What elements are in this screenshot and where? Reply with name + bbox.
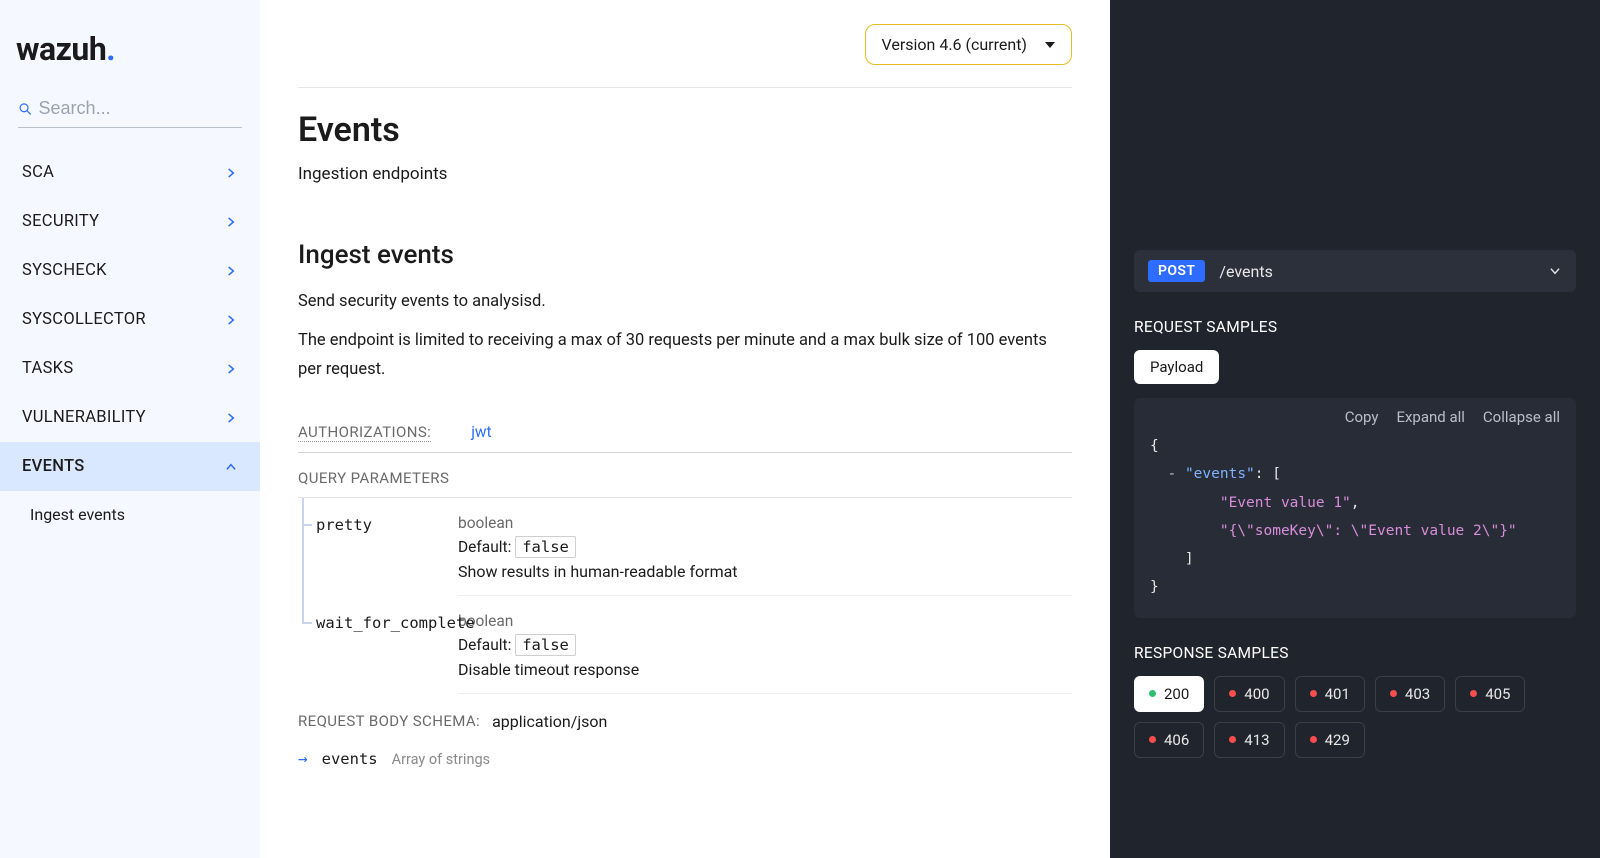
chevron-down-icon — [1548, 264, 1562, 278]
param-detail: boolean Default: false Show results in h… — [458, 498, 1072, 596]
response-code-406[interactable]: 406 — [1134, 722, 1204, 758]
chevron-right-icon — [224, 264, 238, 278]
chevron-right-icon — [224, 215, 238, 229]
response-code-label: 401 — [1325, 685, 1350, 703]
query-parameters-header: QUERY PARAMETERS — [298, 453, 1072, 498]
main-content: Version 4.6 (current) Events Ingestion e… — [260, 0, 1110, 858]
status-dot-icon — [1149, 690, 1156, 697]
nav-label: SCA — [22, 163, 54, 182]
collapse-all-button[interactable]: Collapse all — [1483, 408, 1560, 426]
status-dot-icon — [1390, 690, 1397, 697]
section-desc-2: The endpoint is limited to receiving a m… — [298, 327, 1072, 385]
nav: SCA SECURITY SYSCHECK SYSCOLLECTOR TASKS… — [0, 136, 260, 538]
param-name: pretty — [298, 498, 458, 596]
response-code-label: 405 — [1485, 685, 1510, 703]
param-description: Show results in human-readable format — [458, 562, 1072, 581]
param-detail: boolean Default: false Disable timeout r… — [458, 596, 1072, 694]
response-code-413[interactable]: 413 — [1214, 722, 1284, 758]
response-code-label: 403 — [1405, 685, 1430, 703]
param-table: pretty boolean Default: false Show resul… — [298, 498, 1072, 694]
nav-label: SECURITY — [22, 212, 99, 231]
request-body-row: REQUEST BODY SCHEMA: application/json — [298, 694, 1072, 735]
param-default-value: false — [515, 634, 576, 656]
nav-sub-ingest-events[interactable]: Ingest events — [0, 491, 260, 538]
nav-item-syscollector[interactable]: SYSCOLLECTOR — [0, 295, 260, 344]
status-dot-icon — [1149, 736, 1156, 743]
samples-panel: POST /events REQUEST SAMPLES Payload Cop… — [1110, 0, 1600, 858]
endpoint-row[interactable]: POST /events — [1134, 250, 1576, 292]
response-code-400[interactable]: 400 — [1214, 676, 1284, 712]
caret-down-icon — [1045, 40, 1055, 50]
status-dot-icon — [1310, 736, 1317, 743]
section-desc-1: Send security events to analysisd. — [298, 288, 1072, 317]
search-icon — [18, 101, 33, 117]
nav-item-tasks[interactable]: TASKS — [0, 344, 260, 393]
response-codes: 200 400 401 403 405 406 413 429 — [1134, 676, 1576, 758]
response-code-401[interactable]: 401 — [1295, 676, 1365, 712]
sidebar: wazuh. SCA SECURITY SYSCHECK SYSCOLLECTO… — [0, 0, 260, 858]
status-dot-icon — [1229, 736, 1236, 743]
param-type: boolean — [458, 612, 1072, 630]
nav-item-sca[interactable]: SCA — [0, 148, 260, 197]
auth-label: AUTHORIZATIONS: — [298, 423, 431, 442]
search-input[interactable] — [39, 98, 242, 119]
param-name: wait_for_complete — [298, 596, 458, 694]
response-samples-header: RESPONSE SAMPLES — [1134, 644, 1576, 662]
response-code-label: 413 — [1244, 731, 1269, 749]
payload-tab[interactable]: Payload — [1134, 350, 1219, 384]
json-sample: { - "events": [ "Event value 1", "{\"som… — [1150, 432, 1560, 602]
code-panel: Copy Expand all Collapse all { - "events… — [1134, 398, 1576, 618]
request-samples-header: REQUEST SAMPLES — [1134, 318, 1576, 336]
nav-label: TASKS — [22, 359, 73, 378]
expand-all-button[interactable]: Expand all — [1396, 408, 1464, 426]
authorizations-row: AUTHORIZATIONS: jwt — [298, 413, 1072, 453]
response-code-403[interactable]: 403 — [1375, 676, 1445, 712]
response-code-label: 400 — [1244, 685, 1269, 703]
copy-button[interactable]: Copy — [1345, 408, 1379, 426]
body-param-name: events — [322, 750, 378, 768]
param-type: boolean — [458, 514, 1072, 532]
chevron-right-icon — [224, 313, 238, 327]
auth-value-link[interactable]: jwt — [471, 423, 491, 441]
body-param-type: Array of strings — [392, 751, 490, 768]
page-title: Events — [298, 110, 1072, 150]
response-code-429[interactable]: 429 — [1295, 722, 1365, 758]
status-dot-icon — [1310, 690, 1317, 697]
status-dot-icon — [1229, 690, 1236, 697]
response-code-label: 406 — [1164, 731, 1189, 749]
response-code-label: 200 — [1164, 685, 1189, 703]
nav-label: SYSCHECK — [22, 261, 107, 280]
nav-label: EVENTS — [22, 457, 84, 476]
endpoint-path: /events — [1219, 262, 1534, 281]
request-body-value: application/json — [492, 712, 607, 731]
chevron-right-icon — [224, 166, 238, 180]
nav-item-syscheck[interactable]: SYSCHECK — [0, 246, 260, 295]
param-default-label: Default: — [458, 636, 511, 654]
logo: wazuh. — [0, 0, 260, 94]
version-selector[interactable]: Version 4.6 (current) — [865, 24, 1073, 65]
chevron-right-icon — [224, 411, 238, 425]
param-default-value: false — [515, 536, 576, 558]
http-method-badge: POST — [1148, 260, 1205, 282]
body-param-row[interactable]: → events Array of strings — [298, 735, 1072, 768]
param-default-label: Default: — [458, 538, 511, 556]
expand-arrow-icon: → — [298, 749, 308, 768]
nav-label: SYSCOLLECTOR — [22, 310, 146, 329]
version-label: Version 4.6 (current) — [882, 35, 1028, 54]
response-code-405[interactable]: 405 — [1455, 676, 1525, 712]
nav-item-security[interactable]: SECURITY — [0, 197, 260, 246]
search-box[interactable] — [18, 94, 242, 128]
response-code-200[interactable]: 200 — [1134, 676, 1204, 712]
request-body-label: REQUEST BODY SCHEMA: — [298, 712, 480, 730]
chevron-up-icon — [224, 460, 238, 474]
nav-item-vulnerability[interactable]: VULNERABILITY — [0, 393, 260, 442]
status-dot-icon — [1470, 690, 1477, 697]
section-title: Ingest events — [298, 240, 1072, 270]
page-subtitle: Ingestion endpoints — [298, 164, 1072, 184]
response-code-label: 429 — [1325, 731, 1350, 749]
param-description: Disable timeout response — [458, 660, 1072, 679]
nav-item-events[interactable]: EVENTS — [0, 442, 260, 491]
nav-label: VULNERABILITY — [22, 408, 146, 427]
chevron-right-icon — [224, 362, 238, 376]
